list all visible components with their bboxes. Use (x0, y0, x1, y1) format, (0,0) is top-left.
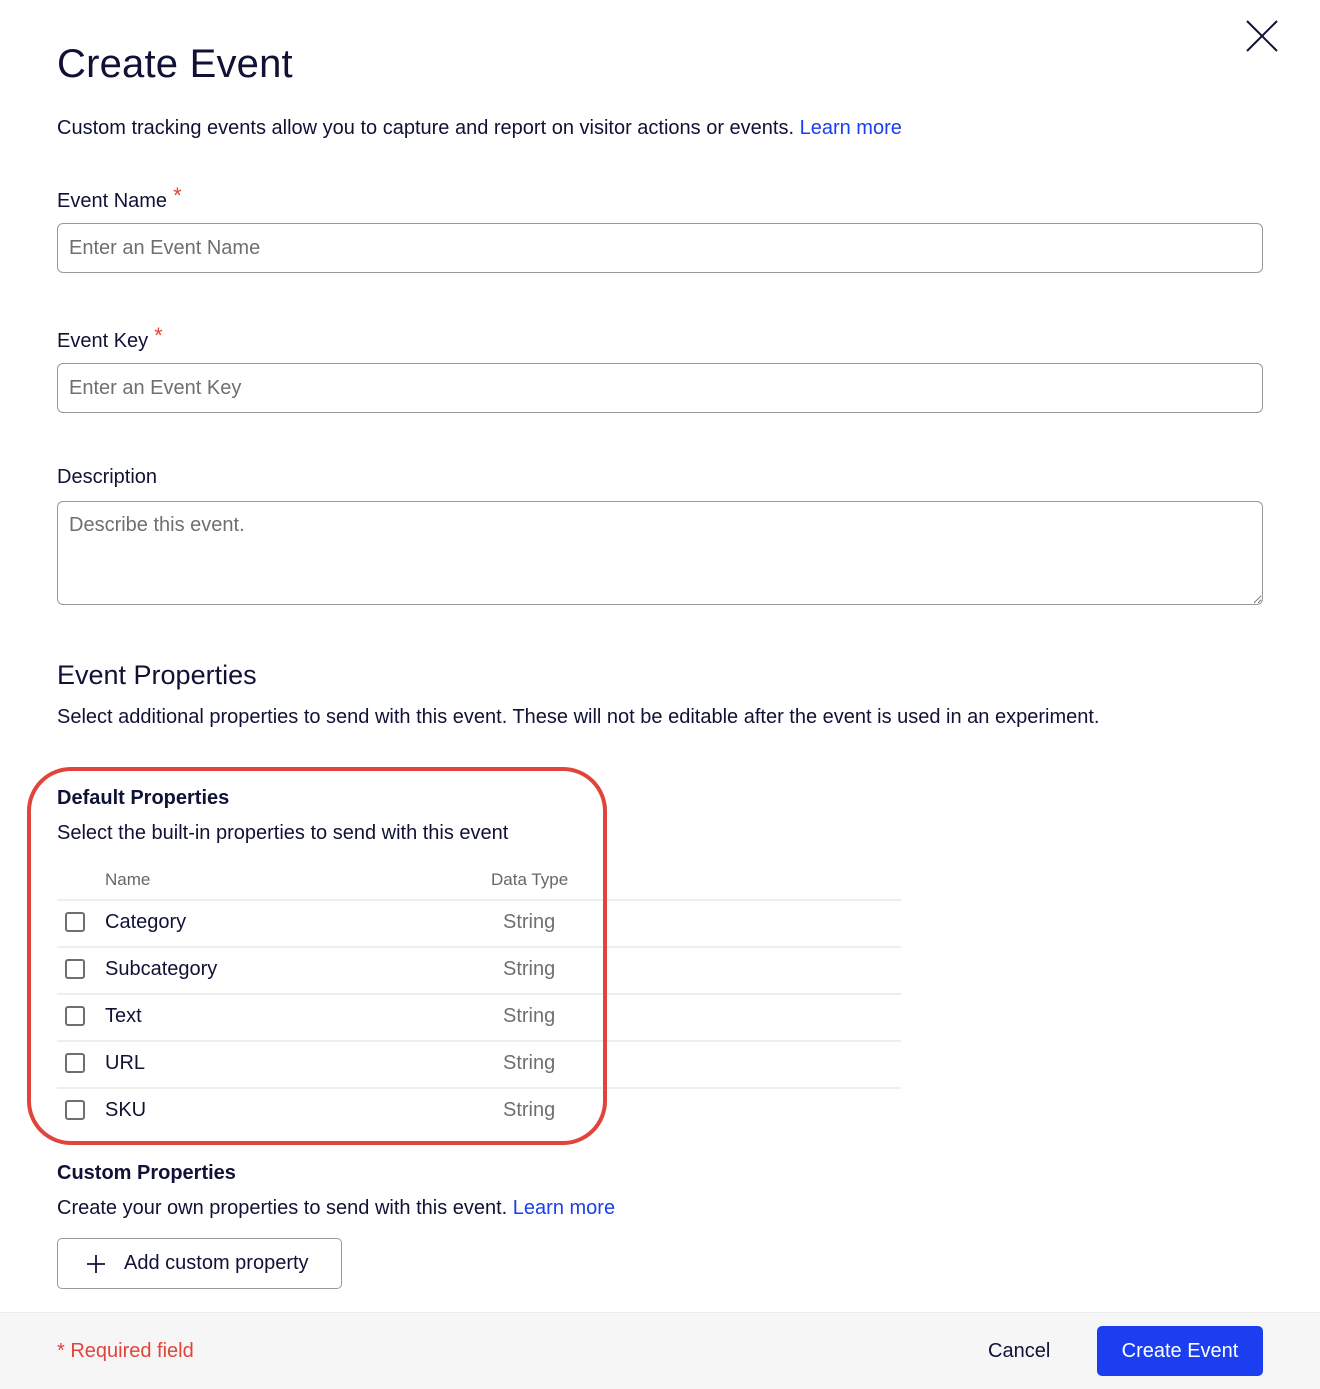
table-header: Name Data Type (57, 866, 901, 901)
property-checkbox[interactable] (65, 959, 85, 979)
required-asterisk: * (173, 183, 182, 208)
custom-properties-heading: Custom Properties (57, 1162, 236, 1184)
close-icon[interactable] (1244, 18, 1280, 54)
required-asterisk: * (154, 323, 163, 348)
intro-learn-more-link[interactable]: Learn more (800, 117, 902, 139)
property-data-type: String (503, 1005, 556, 1027)
property-row: URL String (57, 1042, 901, 1089)
description-label: Description (57, 466, 158, 488)
property-row: Category String (57, 901, 901, 948)
property-data-type: String (503, 911, 556, 933)
event-properties-heading: Event Properties (57, 660, 257, 690)
plus-icon (87, 1254, 105, 1273)
custom-properties-text: Create your own properties to send with … (57, 1197, 508, 1219)
custom-properties-description: Create your own properties to send with … (57, 1197, 615, 1220)
property-checkbox[interactable] (65, 1006, 85, 1026)
property-checkbox[interactable] (65, 1100, 85, 1120)
default-properties-description: Select the built-in properties to send w… (57, 822, 509, 844)
property-name: Subcategory (105, 958, 218, 980)
property-row: Text String (57, 995, 901, 1042)
property-data-type: String (503, 958, 556, 980)
dialog-footer: * Required field Cancel Create Event (0, 1312, 1320, 1389)
add-custom-property-label: Add custom property (124, 1252, 309, 1274)
property-name: Category (105, 911, 187, 933)
dialog-title: Create Event (57, 42, 293, 86)
property-data-type: String (503, 1099, 556, 1121)
column-header-data-type: Data Type (491, 870, 569, 889)
event-name-label: Event Name * (57, 183, 182, 213)
event-name-input[interactable] (57, 223, 1263, 273)
default-properties-table: Name Data Type Category String Subcategory… (57, 866, 901, 1134)
event-key-input[interactable] (57, 363, 1263, 413)
custom-properties-learn-more-link[interactable]: Learn more (513, 1197, 615, 1219)
event-properties-subtitle: Select additional properties to send wit… (57, 706, 1100, 728)
required-field-note: * Required field (57, 1340, 194, 1362)
property-name: Text (105, 1005, 142, 1027)
property-row: SKU String (57, 1089, 901, 1134)
event-key-label-text: Event Key (57, 330, 149, 352)
property-row: Subcategory String (57, 948, 901, 995)
property-name: SKU (105, 1099, 147, 1121)
property-data-type: String (503, 1052, 556, 1074)
property-checkbox[interactable] (65, 912, 85, 932)
intro-text: Custom tracking events allow you to capt… (57, 117, 795, 139)
default-properties-heading: Default Properties (57, 787, 230, 809)
column-header-name: Name (105, 870, 151, 889)
event-key-label: Event Key * (57, 323, 163, 353)
cancel-button[interactable]: Cancel (988, 1340, 1050, 1363)
add-custom-property-button[interactable]: Add custom property (57, 1238, 342, 1289)
event-name-label-text: Event Name (57, 190, 168, 212)
create-event-button[interactable]: Create Event (1097, 1326, 1263, 1376)
property-checkbox[interactable] (65, 1053, 85, 1073)
property-name: URL (105, 1052, 146, 1074)
description-textarea[interactable] (57, 501, 1263, 605)
dialog-intro: Custom tracking events allow you to capt… (57, 117, 902, 140)
